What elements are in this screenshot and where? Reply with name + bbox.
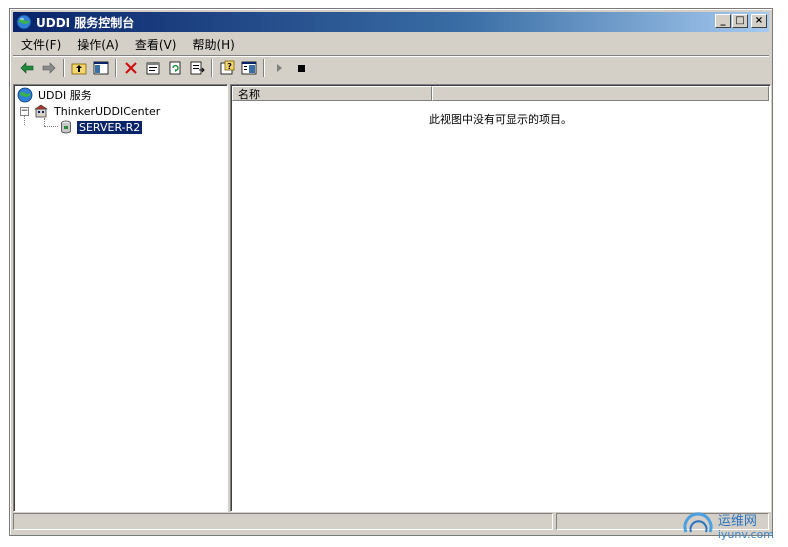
export-list-icon <box>190 61 205 75</box>
menu-bar: 文件(F) 操作(A) 查看(V) 帮助(H) <box>13 34 769 54</box>
up-folder-icon <box>71 63 87 75</box>
tree-connector <box>44 126 58 127</box>
empty-list-message: 此视图中没有可显示的项目。 <box>429 113 572 126</box>
console-button[interactable] <box>238 58 260 78</box>
tree-node-label: ThinkerUDDICenter <box>54 104 161 118</box>
forward-button[interactable] <box>38 58 60 78</box>
svg-text:?: ? <box>227 62 232 71</box>
watermark: 运维网 iyunv.com <box>682 510 774 541</box>
delete-button[interactable] <box>120 58 142 78</box>
menu-help[interactable]: 帮助(H) <box>184 36 242 53</box>
window-title: UDDI 服务控制台 <box>36 15 135 30</box>
play-icon <box>277 64 282 72</box>
site-icon <box>34 104 48 118</box>
back-arrow-icon <box>20 62 34 74</box>
toolbar-separator <box>115 59 117 77</box>
refresh-button[interactable] <box>164 58 186 78</box>
toolbar-separator <box>63 59 65 77</box>
tree-node-server[interactable]: SERVER-R2 <box>58 119 144 135</box>
delete-icon <box>125 62 137 74</box>
globe-icon <box>16 14 32 30</box>
collapse-expander[interactable]: − <box>20 106 29 116</box>
maximize-button[interactable]: □ <box>732 14 748 28</box>
refresh-icon <box>169 61 181 75</box>
tree-node-site[interactable]: − ThinkerUDDICenter <box>20 103 162 119</box>
tree-connector <box>44 118 45 126</box>
watermark-brand: 运维网 <box>717 513 757 529</box>
title-bar[interactable]: UDDI 服务控制台 _ □ × <box>13 12 769 32</box>
stop-button[interactable] <box>290 58 312 78</box>
globe-icon <box>17 87 33 103</box>
close-button[interactable]: × <box>751 14 767 28</box>
up-one-level-button[interactable] <box>68 58 90 78</box>
database-server-icon <box>61 120 71 134</box>
help-icon: ? <box>220 60 235 75</box>
back-button[interactable] <box>16 58 38 78</box>
help-button[interactable]: ? <box>216 58 238 78</box>
mmc-window: UDDI 服务控制台 _ □ × 文件(F) 操作(A) 查看(V) 帮助(H) <box>9 8 773 536</box>
scope-tree-pane[interactable]: UDDI 服务 − ThinkerUDDICenter SERVER-R2 <box>13 84 228 512</box>
start-button[interactable] <box>268 58 290 78</box>
tree-node-uddi-services[interactable]: UDDI 服务 <box>17 87 94 103</box>
stop-icon <box>298 65 305 72</box>
console-icon <box>241 61 257 75</box>
toolbar-separator <box>263 59 265 77</box>
export-list-button[interactable] <box>186 58 208 78</box>
status-bar <box>13 513 769 532</box>
tree-node-label: UDDI 服务 <box>38 89 92 102</box>
toolbar: ? <box>13 57 769 79</box>
toolbar-separator <box>211 59 213 77</box>
show-hide-tree-button[interactable] <box>90 58 112 78</box>
show-hide-tree-icon <box>93 61 109 75</box>
watermark-logo-icon <box>683 512 713 534</box>
tree-node-label: SERVER-R2 <box>75 119 144 135</box>
status-panel-main <box>13 513 553 530</box>
properties-icon <box>146 62 160 75</box>
menu-file[interactable]: 文件(F) <box>13 36 69 53</box>
minimize-button[interactable]: _ <box>715 14 731 28</box>
menu-view[interactable]: 查看(V) <box>127 36 185 53</box>
result-list-pane[interactable]: 名称 此视图中没有可显示的项目。 <box>230 84 771 512</box>
column-header-blank[interactable] <box>432 86 769 101</box>
properties-button[interactable] <box>142 58 164 78</box>
menu-action[interactable]: 操作(A) <box>69 36 127 53</box>
watermark-url: iyunv.com <box>717 527 774 541</box>
column-header-name[interactable]: 名称 <box>232 86 432 101</box>
forward-arrow-icon <box>42 62 56 74</box>
